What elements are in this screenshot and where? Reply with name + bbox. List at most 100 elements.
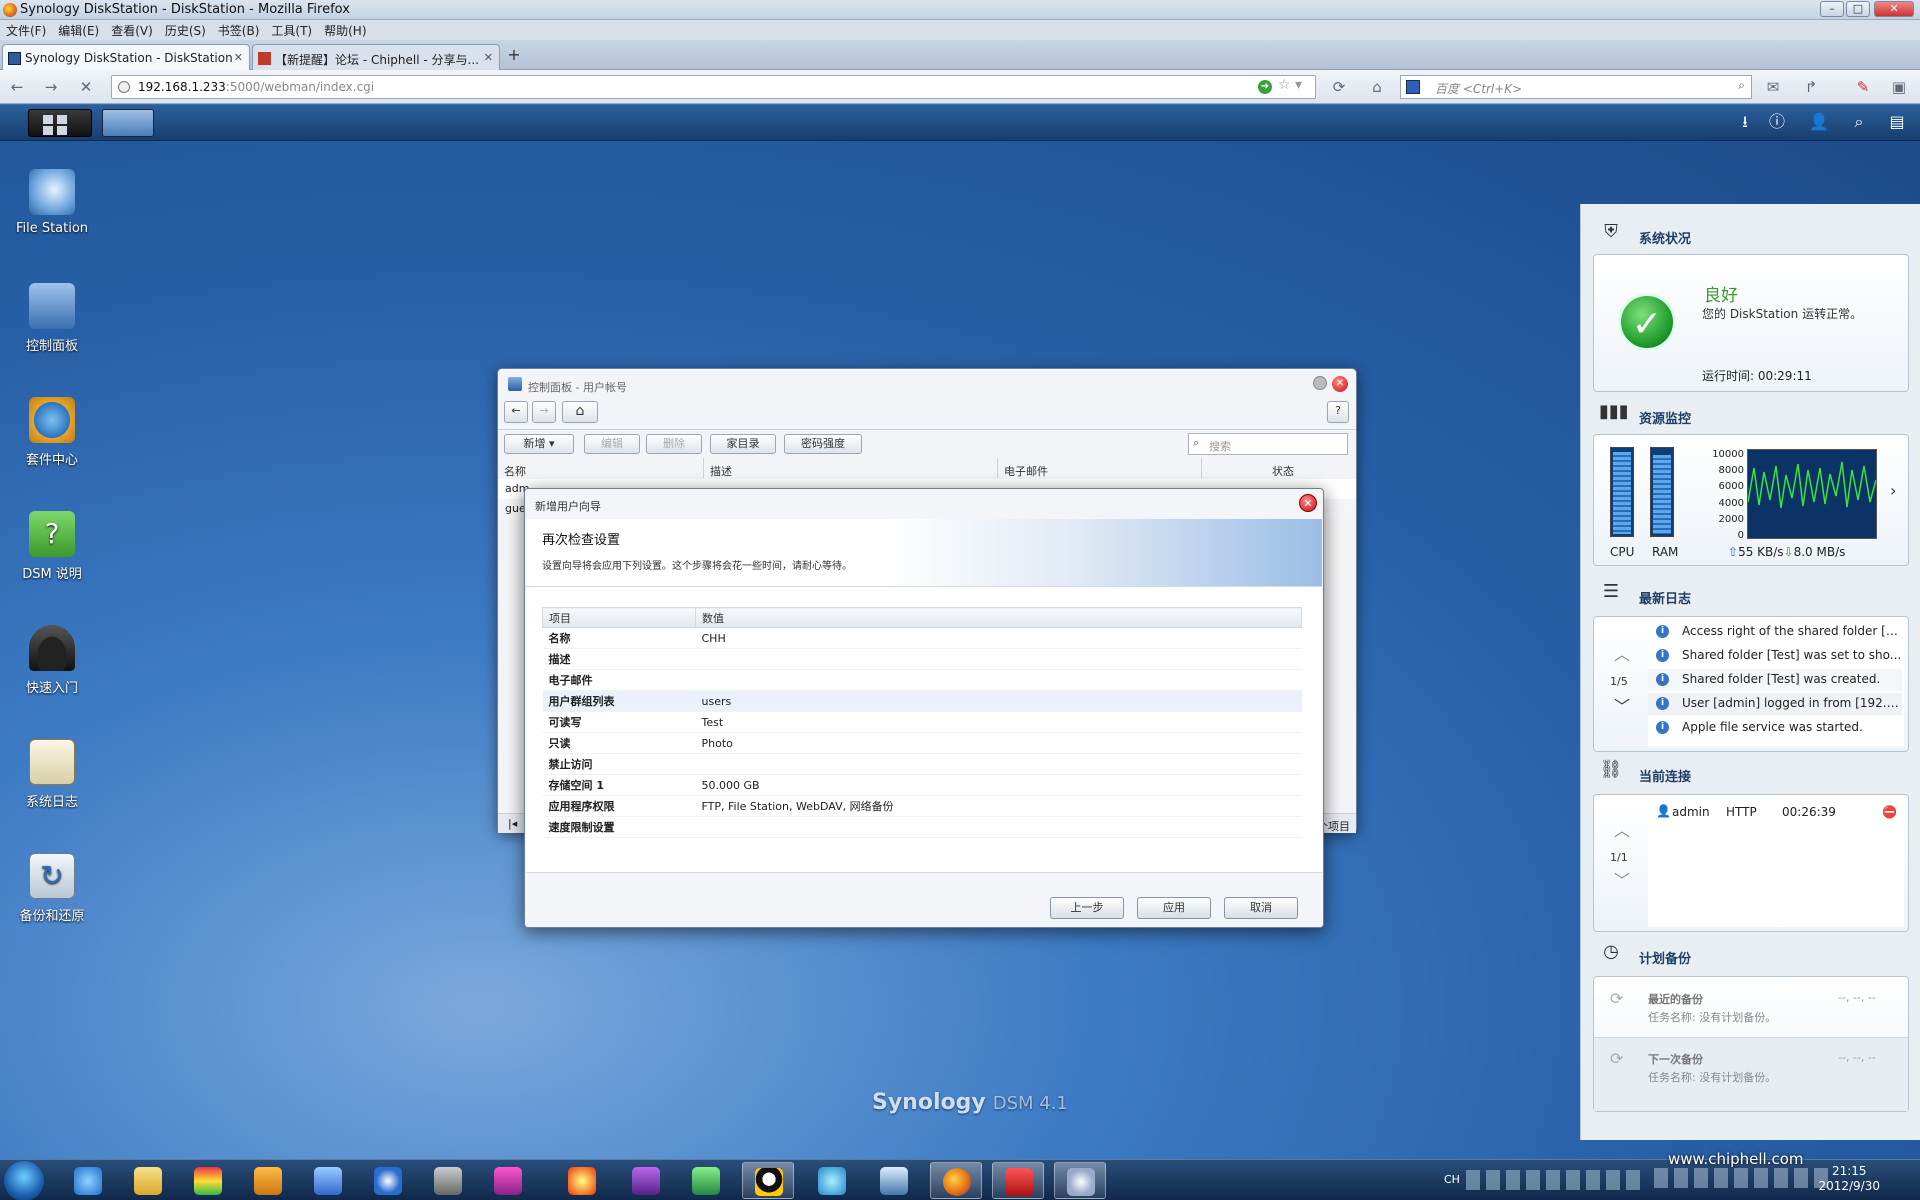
remote-desktop-taskbar-icon[interactable] xyxy=(868,1162,920,1199)
new-tab-button[interactable]: + xyxy=(503,45,525,67)
desktop-icon-package-center[interactable]: 套件中心 xyxy=(2,397,102,468)
close-tab-icon[interactable]: ✕ xyxy=(234,51,243,64)
bookmark-star-icon[interactable]: ☆ ▾ xyxy=(1278,77,1302,93)
back-button[interactable]: 上一步 xyxy=(1050,897,1124,919)
baidu-engine-icon[interactable] xyxy=(1406,80,1420,94)
menu-file[interactable]: 文件(F) xyxy=(0,20,52,41)
widgets-toggle-icon[interactable]: ▤ xyxy=(1886,111,1908,133)
firefox-taskbar-icon[interactable] xyxy=(930,1162,982,1199)
media-taskbar-icon[interactable] xyxy=(242,1162,294,1199)
search-icon[interactable]: ⌕ xyxy=(1848,111,1870,133)
control-panel-taskbar-button[interactable] xyxy=(102,109,154,137)
chevron-down-icon[interactable]: ﹀ xyxy=(1614,693,1630,717)
menu-history[interactable]: 历史(S) xyxy=(159,20,212,41)
user-icon[interactable]: 👤 xyxy=(1808,111,1830,133)
list-item[interactable]: 👤 admin HTTP 00:26:39 ⛔ xyxy=(1654,803,1900,823)
close-icon[interactable]: ✕ xyxy=(1299,494,1317,512)
password-strength-button[interactable]: 密码强度 xyxy=(784,434,862,454)
qq-taskbar-icon[interactable] xyxy=(742,1162,794,1199)
explorer-taskbar-icon[interactable] xyxy=(122,1162,174,1199)
clock[interactable]: 21:15 2012/9/30 xyxy=(1818,1164,1880,1194)
share-icon[interactable]: ↱ xyxy=(1800,76,1822,98)
search-icon[interactable]: ⌕ xyxy=(1738,78,1745,93)
chevron-up-icon[interactable]: ︿ xyxy=(1614,817,1630,841)
cancel-button[interactable]: 取消 xyxy=(1224,897,1298,919)
forward-arrow-icon[interactable]: → xyxy=(532,401,556,423)
menu-help[interactable]: 帮助(H) xyxy=(318,20,372,41)
start-button[interactable] xyxy=(4,1161,44,1200)
list-item[interactable]: i Shared folder [Test] was created. xyxy=(1648,669,1902,691)
tab-diskstation[interactable]: Synology DiskStation - DiskStation ✕ xyxy=(2,44,250,70)
list-item[interactable]: i Access right of the shared folder [T... xyxy=(1648,621,1902,643)
dsm-main-menu-button[interactable] xyxy=(28,109,92,137)
desktop-icon-system-log[interactable]: 系统日志 xyxy=(2,739,102,810)
user-search-input[interactable]: ⌕ 搜索 xyxy=(1188,433,1348,455)
home-icon[interactable]: ⌂ xyxy=(562,401,598,423)
desktop-icon-backup-restore[interactable]: ↻ 备份和还原 xyxy=(2,853,102,924)
maximize-button[interactable]: □ xyxy=(1846,1,1870,17)
paint-taskbar-icon[interactable] xyxy=(182,1162,234,1199)
input-language[interactable]: CH xyxy=(1444,1173,1460,1186)
edit-user-button[interactable]: 编辑 xyxy=(584,434,640,454)
chevron-down-icon[interactable]: ﹀ xyxy=(1614,867,1630,891)
column-header-description[interactable]: 描述 xyxy=(704,458,998,478)
desktop-icon-file-station[interactable]: File Station xyxy=(2,169,102,236)
column-header-status[interactable]: 状态 xyxy=(1202,458,1358,478)
chevron-up-icon[interactable]: ︿ xyxy=(1614,641,1630,665)
addon-icon[interactable]: ✎ xyxy=(1852,76,1874,98)
app-taskbar-icon[interactable] xyxy=(302,1162,354,1199)
forward-arrow-icon[interactable]: → xyxy=(40,76,62,98)
column-header-name[interactable]: 名称 xyxy=(498,458,704,478)
pdf-reader-taskbar-icon[interactable] xyxy=(992,1162,1044,1199)
menu-bookmarks[interactable]: 书签(B) xyxy=(212,20,266,41)
upload-queue-icon[interactable]: ⭳ xyxy=(1734,111,1756,133)
desktop-icon-control-panel[interactable]: 控制面板 xyxy=(2,283,102,354)
site-identity-icon[interactable] xyxy=(118,81,130,93)
delete-user-button[interactable]: 删除 xyxy=(646,434,702,454)
reload-icon[interactable]: ⟳ xyxy=(1328,76,1350,98)
new-user-button[interactable]: 新增 ▾ xyxy=(504,434,574,454)
tray-icons[interactable] xyxy=(1654,1168,1834,1188)
list-item[interactable]: i Apple file service was started. xyxy=(1648,717,1902,739)
app-taskbar-icon[interactable] xyxy=(680,1162,732,1199)
menu-view[interactable]: 查看(V) xyxy=(105,20,159,41)
close-tab-icon[interactable]: ✕ xyxy=(484,51,493,64)
internet-explorer-taskbar-icon[interactable] xyxy=(62,1162,114,1199)
menu-edit[interactable]: 编辑(E) xyxy=(52,20,105,41)
desktop-icon-quick-start[interactable]: 快速入门 xyxy=(2,625,102,696)
app-taskbar-icon[interactable] xyxy=(422,1162,474,1199)
close-window-icon[interactable]: ✕ xyxy=(1332,376,1348,392)
list-item[interactable]: i Shared folder [Test] was set to sho... xyxy=(1648,645,1902,667)
help-icon[interactable]: ? xyxy=(1327,401,1349,423)
mail-icon[interactable]: ✉ xyxy=(1762,76,1784,98)
back-arrow-icon[interactable]: ← xyxy=(6,76,28,98)
disconnect-icon[interactable]: ⛔ xyxy=(1882,805,1897,819)
app-taskbar-icon[interactable] xyxy=(482,1162,534,1199)
first-page-icon[interactable]: |◂ xyxy=(508,817,517,830)
app-taskbar-icon[interactable] xyxy=(806,1162,858,1199)
sidebar-toggle-icon[interactable]: ▣ xyxy=(1888,76,1910,98)
tray-icons[interactable] xyxy=(1466,1170,1646,1190)
apply-button[interactable]: 应用 xyxy=(1137,897,1211,919)
desktop-icon-dsm-help[interactable]: ? DSM 说明 xyxy=(2,511,102,582)
url-bar[interactable]: 192.168.1.233:5000/webman/index.cgi ➜ ☆ … xyxy=(111,75,1316,99)
search-bar[interactable]: 百度 <Ctrl+K> ⌕ xyxy=(1400,75,1752,99)
go-arrow-icon[interactable]: ➜ xyxy=(1258,80,1272,94)
tab-chiphell[interactable]: 【新提醒】论坛 - Chiphell - 分享与... ✕ xyxy=(252,44,500,70)
close-window-button[interactable]: ✕ xyxy=(1874,1,1914,17)
minimize-button[interactable]: – xyxy=(1820,1,1844,17)
list-item[interactable]: i User [admin] logged in from [192.1... xyxy=(1648,693,1902,715)
home-folder-button[interactable]: 家目录 xyxy=(710,434,776,454)
app-taskbar-icon[interactable] xyxy=(1054,1162,1106,1199)
app-taskbar-icon[interactable] xyxy=(556,1162,608,1199)
column-header-email[interactable]: 电子邮件 xyxy=(998,458,1202,478)
cpu-z-taskbar-icon[interactable] xyxy=(620,1162,672,1199)
stop-icon[interactable]: ✕ xyxy=(75,76,97,98)
back-arrow-icon[interactable]: ← xyxy=(504,401,528,423)
minimize-window-icon[interactable] xyxy=(1313,376,1327,390)
info-icon[interactable]: ⓘ xyxy=(1766,111,1788,133)
media-player-taskbar-icon[interactable] xyxy=(362,1162,414,1199)
next-arrow-icon[interactable]: › xyxy=(1890,481,1896,500)
home-icon[interactable]: ⌂ xyxy=(1366,76,1388,98)
menu-tools[interactable]: 工具(T) xyxy=(265,20,318,41)
